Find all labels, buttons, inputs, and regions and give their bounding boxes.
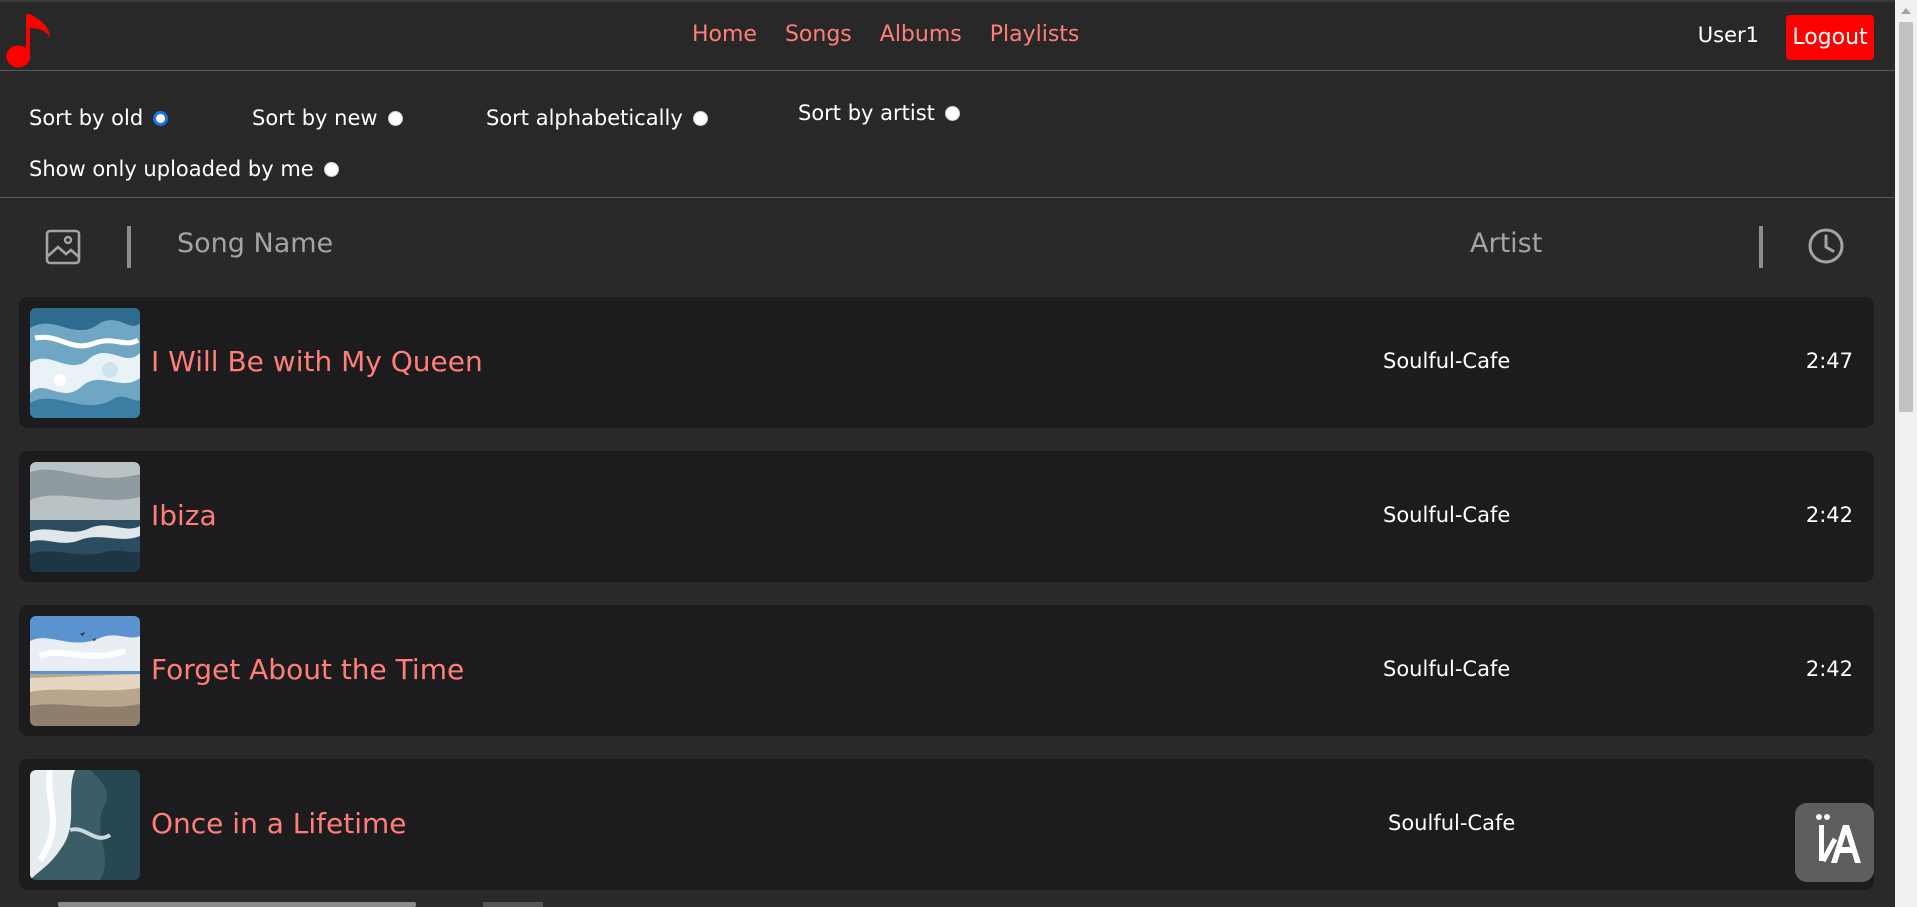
sort-by-artist-label: Sort by artist bbox=[798, 101, 935, 125]
nav-home-link[interactable]: Home bbox=[692, 22, 757, 47]
nav-songs-link[interactable]: Songs bbox=[785, 22, 852, 47]
song-artist: Soulful-Cafe bbox=[1388, 811, 1516, 835]
song-cover-image bbox=[30, 308, 140, 418]
horizontal-scrollbar-thumb[interactable] bbox=[58, 902, 416, 907]
song-title-link[interactable]: Once in a Lifetime bbox=[151, 807, 407, 840]
song-duration: 2:47 bbox=[1805, 349, 1853, 373]
username-label: User1 bbox=[1697, 23, 1759, 47]
sort-alphabetically-radio[interactable] bbox=[692, 110, 708, 126]
uploaded-by-me-option[interactable]: Show only uploaded by me bbox=[29, 157, 339, 181]
app-window: Home Songs Albums Playlists User1 Logout… bbox=[0, 0, 1895, 907]
song-cover-image bbox=[30, 616, 140, 726]
sort-by-old-label: Sort by old bbox=[29, 106, 144, 130]
song-row[interactable]: I Will Be with My Queen Soulful-Cafe 2:4… bbox=[19, 297, 1874, 428]
song-artist: Soulful-Cafe bbox=[1383, 657, 1511, 681]
scroll-up-arrow-icon[interactable] bbox=[1901, 8, 1911, 14]
translate-icon bbox=[1816, 814, 1861, 863]
nav-albums-link[interactable]: Albums bbox=[880, 22, 962, 47]
uploaded-by-me-radio[interactable] bbox=[323, 161, 339, 177]
horizontal-scrollbar-segment bbox=[483, 902, 543, 907]
song-title-link[interactable]: I Will Be with My Queen bbox=[151, 345, 483, 378]
sort-options: Sort by old Sort by new Sort alphabetica… bbox=[0, 71, 1895, 198]
clock-icon bbox=[1808, 228, 1844, 264]
sort-by-new-radio[interactable] bbox=[387, 110, 403, 126]
sort-by-new-option[interactable]: Sort by new bbox=[252, 106, 403, 130]
sort-by-new-label: Sort by new bbox=[252, 106, 378, 130]
logout-button[interactable]: Logout bbox=[1786, 15, 1874, 60]
song-duration: 2:42 bbox=[1805, 657, 1853, 681]
table-header: Song Name Artist bbox=[0, 198, 1895, 295]
header-divider bbox=[1759, 226, 1763, 268]
horizontal-scrollbar[interactable] bbox=[0, 901, 1895, 907]
sort-by-old-option[interactable]: Sort by old bbox=[29, 106, 169, 130]
song-artist: Soulful-Cafe bbox=[1383, 349, 1511, 373]
header-divider bbox=[127, 226, 131, 268]
main-nav: Home Songs Albums Playlists bbox=[692, 22, 1079, 47]
song-cover-image bbox=[30, 770, 140, 880]
song-name-column-header: Song Name bbox=[177, 228, 334, 259]
song-row[interactable]: Ibiza Soulful-Cafe 2:42 bbox=[19, 451, 1874, 582]
song-artist: Soulful-Cafe bbox=[1383, 503, 1511, 527]
song-row[interactable]: Forget About the Time Soulful-Cafe 2:42 bbox=[19, 605, 1874, 736]
sort-alphabetically-label: Sort alphabetically bbox=[486, 106, 683, 130]
translate-widget-button[interactable] bbox=[1795, 803, 1874, 882]
song-list: I Will Be with My Queen Soulful-Cafe 2:4… bbox=[19, 297, 1874, 907]
sort-alphabetically-option[interactable]: Sort alphabetically bbox=[486, 106, 708, 130]
sort-by-artist-radio[interactable] bbox=[944, 105, 960, 121]
song-cover-image bbox=[30, 462, 140, 572]
top-navbar: Home Songs Albums Playlists User1 Logout bbox=[0, 0, 1895, 71]
image-icon bbox=[45, 229, 81, 265]
song-title-link[interactable]: Forget About the Time bbox=[151, 653, 464, 686]
sort-by-old-radio[interactable] bbox=[153, 110, 169, 126]
vertical-scrollbar[interactable] bbox=[1895, 0, 1917, 907]
song-duration: 2:42 bbox=[1805, 503, 1853, 527]
artist-column-header: Artist bbox=[1470, 228, 1543, 259]
nav-playlists-link[interactable]: Playlists bbox=[990, 22, 1080, 47]
uploaded-by-me-label: Show only uploaded by me bbox=[29, 157, 314, 181]
song-title-link[interactable]: Ibiza bbox=[151, 499, 217, 532]
music-note-icon[interactable] bbox=[6, 8, 58, 70]
vertical-scrollbar-thumb[interactable] bbox=[1899, 22, 1913, 412]
sort-by-artist-option[interactable]: Sort by artist bbox=[798, 101, 960, 125]
song-row[interactable]: Once in a Lifetime Soulful-Cafe bbox=[19, 759, 1874, 890]
